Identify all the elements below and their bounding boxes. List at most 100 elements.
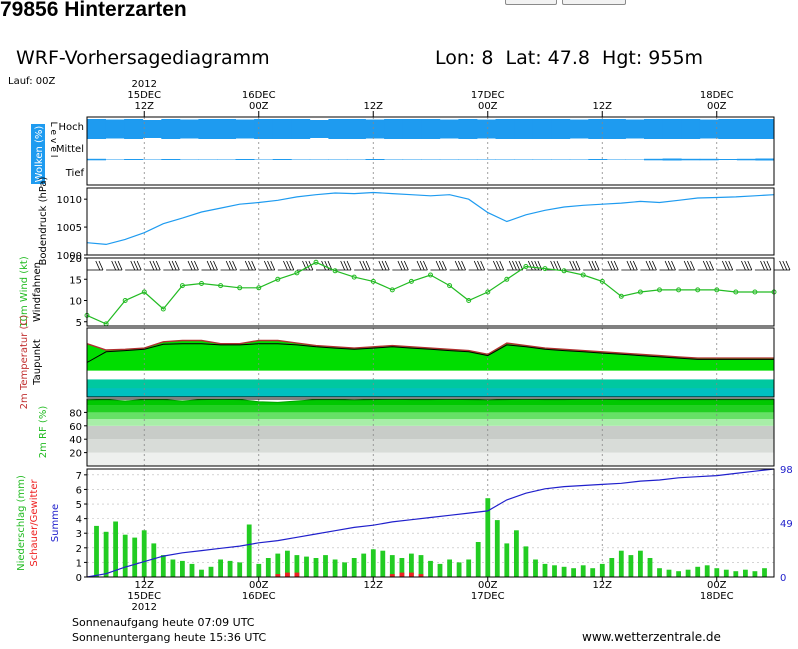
cloud-cell (272, 159, 292, 160)
pressure-line (86, 191, 775, 246)
y-tick-label: 2 (76, 544, 82, 555)
precip-bar (199, 569, 204, 577)
y-tick-label: 15 (69, 275, 82, 286)
cloud-cell (309, 159, 329, 160)
wind-barb (106, 260, 123, 271)
precip-bar (580, 565, 586, 577)
cloud-cell (681, 158, 701, 161)
precip-bar (389, 555, 395, 577)
cloud-cell (346, 119, 366, 139)
precip-bar (676, 571, 681, 577)
cloud-cell (551, 159, 571, 160)
humidity-band (87, 452, 774, 466)
bottom-tick-label: 00Z (707, 580, 727, 591)
precip-bar (666, 569, 672, 577)
cloud-cell (755, 158, 775, 161)
wind-barb (525, 260, 543, 271)
top-tick-label: 15DEC (127, 90, 161, 101)
precip-bar (552, 565, 557, 577)
temperature-panel: 2m Temperatur (C) Taupunkt (19, 315, 775, 410)
cloud-cell (495, 119, 515, 139)
cloud-cell (514, 159, 534, 160)
y-tick-label: 1 (76, 558, 82, 569)
precip-bar (494, 520, 500, 577)
precip-bar (437, 563, 443, 577)
wind-barb (564, 260, 581, 271)
top-tick-label: 12Z (134, 101, 154, 112)
precip-bar (342, 562, 347, 577)
precip-bar (599, 563, 605, 577)
wind-barb (335, 260, 352, 271)
bottom-tick-label: 2012 (132, 602, 157, 613)
cloud-level-label: Hoch (59, 122, 84, 133)
wind-barb (468, 260, 486, 271)
wind-barb (392, 260, 409, 271)
cloud-cell (365, 159, 385, 160)
temperature-area (87, 340, 774, 371)
top-tick-label: 00Z (249, 101, 269, 112)
cloud-cell (309, 120, 329, 138)
cloud-cell (421, 159, 441, 160)
cloud-cell (291, 159, 311, 160)
precip-bar (208, 566, 214, 577)
precip-sum-line (86, 468, 775, 578)
y-tick-label: 3 (76, 529, 82, 540)
wind-barb (659, 260, 676, 271)
shower-bar (399, 572, 405, 577)
cloud-cell (217, 159, 236, 160)
panels: Hoch Mittel Tief LevelWolken (%) 10 0 0 1005 101… (16, 116, 793, 584)
cloud-cell (699, 158, 719, 161)
cloud-cell (736, 119, 756, 139)
bottom-tick-label: 17DEC (471, 591, 505, 602)
cloud-cell (458, 159, 478, 160)
precip-bar (113, 521, 118, 577)
cloud-cell (105, 159, 125, 160)
cloud-cell (124, 119, 144, 139)
precip-bar (237, 562, 243, 577)
humidity-band (87, 439, 774, 453)
wind-panel: 510152010m Wind (kt) Windfahnen (19, 254, 791, 329)
panel-frame (86, 257, 775, 327)
precip-bar (628, 555, 634, 577)
y-tick-label: 20 (69, 254, 82, 265)
bottom-tick-label: 18DEC (700, 591, 734, 602)
cloud-cell (421, 119, 441, 139)
cloud-cell (532, 119, 552, 139)
top-tick-label: 00Z (707, 101, 727, 112)
precip-bar (361, 553, 367, 577)
wind-barb (621, 260, 638, 271)
cloud-cell (495, 159, 515, 160)
y-tick-label: 5 (76, 318, 82, 329)
wind-barb (716, 260, 734, 271)
y-tick-label: 0 (780, 573, 786, 584)
cloud-cell (718, 159, 738, 160)
cloud-cell (476, 159, 496, 160)
precip-bar (533, 559, 538, 577)
precip-bar (218, 559, 223, 577)
cloud-cell (87, 119, 106, 139)
bottom-tick-label: 12Z (592, 580, 612, 591)
precip-bar (275, 553, 281, 577)
bottom-tick-label: 12Z (134, 580, 154, 591)
wind-barb (583, 260, 600, 271)
panel-frame (86, 187, 775, 256)
dewpoint-axis-label: Taupunkt (32, 339, 43, 386)
sunset-label: Sonnenuntergang heute 15:36 UTC (72, 631, 267, 644)
temperature-axis-label: 2m Temperatur (C) (19, 315, 30, 410)
wind-barb (449, 260, 466, 271)
precip-panel: 0 1 2 3 4 5 6 7 0 49 98 Niederschlag (mm) Schauer/Ge… (16, 465, 793, 584)
cloud-cell (439, 119, 459, 139)
cloud-cell (718, 119, 738, 139)
cloud-cell (625, 159, 645, 160)
panel-frame (86, 468, 775, 578)
y-tick-label: 20 (69, 449, 82, 460)
cloud-cell (606, 119, 626, 139)
precip-bar (561, 566, 567, 577)
cloud-cell (235, 159, 255, 160)
cloud-cell (551, 119, 571, 139)
precip-bar (743, 569, 748, 577)
cloud-cell (662, 119, 682, 139)
precip-bar (542, 563, 548, 577)
wind-barb (411, 260, 428, 271)
precip-bar (657, 568, 662, 577)
